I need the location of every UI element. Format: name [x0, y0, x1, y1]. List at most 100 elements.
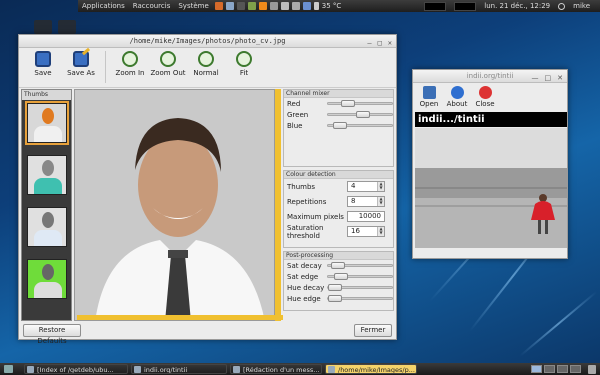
zoom-in-button[interactable]: Zoom In: [112, 48, 148, 77]
editor-icon[interactable]: [247, 2, 256, 10]
desktop-icon[interactable]: [34, 20, 52, 34]
menu-raccourcis[interactable]: Raccourcis: [133, 2, 171, 10]
spinner-arrows-icon[interactable]: ▲ ▼: [377, 197, 384, 206]
browser-icon[interactable]: [214, 2, 223, 10]
hue-edge-slider[interactable]: [327, 295, 393, 302]
thumb-4[interactable]: [27, 259, 67, 299]
sample-scene-graphic: [415, 128, 567, 248]
trash-icon[interactable]: [588, 364, 596, 374]
portrait-image: [74, 90, 275, 320]
mail-icon[interactable]: [225, 2, 234, 10]
photo-canvas[interactable]: [73, 89, 276, 321]
temperature-readout: 35 °C: [321, 2, 342, 10]
save-button[interactable]: Save: [25, 48, 61, 77]
desktop-icon[interactable]: [58, 20, 76, 34]
zoom-normal-button[interactable]: Normal: [188, 48, 224, 77]
thumbs-header: Thumbs: [22, 90, 71, 100]
sat-edge-slider[interactable]: [327, 273, 393, 280]
workspace-3[interactable]: [557, 365, 568, 373]
settings-icon[interactable]: [269, 2, 278, 10]
menu-systeme[interactable]: Système: [178, 2, 208, 10]
window-titlebar[interactable]: /home/mike/Images/photos/photo_cv.jpg — …: [19, 35, 396, 48]
saturation-threshold-row: Saturation threshold 16 ▲ ▼: [284, 224, 393, 240]
thumb-body: [34, 230, 62, 246]
thumb-3[interactable]: [27, 207, 67, 247]
hue-edge-knob[interactable]: [328, 295, 342, 302]
spinner-arrows-icon[interactable]: ▲ ▼: [377, 227, 384, 236]
thumbs-panel: Thumbs: [21, 89, 72, 321]
volume-icon[interactable]: [280, 2, 289, 10]
taskbar-item-index[interactable]: [Index of /getdeb/ubu...: [24, 364, 128, 374]
sat-decay-knob[interactable]: [331, 262, 345, 269]
hue-decay-knob[interactable]: [328, 284, 342, 291]
taskbar-item-tintii[interactable]: indii.org/tintii: [131, 364, 227, 374]
green-slider[interactable]: [327, 111, 393, 118]
save-as-button[interactable]: Save As: [63, 47, 99, 77]
colour-detection-group: Colour detection Thumbs 4 ▲ ▼ Repetitions …: [283, 170, 394, 248]
spinner-arrows-icon[interactable]: ▲ ▼: [377, 182, 384, 191]
top-panel: Applications Raccourcis Système 35 °C lu…: [78, 0, 600, 12]
thermometer-icon: [313, 2, 319, 10]
blue-slider-knob[interactable]: [333, 122, 347, 129]
mail-icon: [233, 366, 240, 373]
about-label: About: [446, 100, 468, 108]
sat-edge-row: Sat edge: [284, 271, 393, 282]
workspace-2[interactable]: [544, 365, 555, 373]
thumbs-spinner[interactable]: 4 ▲ ▼: [347, 181, 385, 192]
blue-slider[interactable]: [327, 122, 393, 129]
close-label: Close: [475, 100, 495, 108]
fermer-button[interactable]: Fermer: [354, 324, 392, 337]
open-icon: [422, 86, 436, 99]
restore-defaults-button[interactable]: Restore Defaults: [23, 324, 81, 345]
close-button[interactable]: Close: [473, 86, 497, 111]
green-slider-knob[interactable]: [356, 111, 370, 118]
thumb-1[interactable]: [25, 101, 69, 145]
maximize-icon[interactable]: □: [378, 37, 382, 50]
minimize-icon[interactable]: —: [532, 72, 539, 85]
saturation-threshold-spinner[interactable]: 16 ▲ ▼: [347, 226, 385, 237]
minimize-icon[interactable]: —: [367, 37, 371, 50]
network-icon[interactable]: [291, 2, 300, 10]
terminal-icon[interactable]: [236, 2, 245, 10]
max-pixels-input[interactable]: 10000: [347, 211, 385, 222]
power-icon[interactable]: [558, 2, 566, 10]
maximize-icon[interactable]: □: [545, 72, 552, 85]
zoom-normal-label: Normal: [193, 69, 219, 77]
save-as-icon: [73, 47, 91, 67]
thumb-2[interactable]: [27, 155, 67, 195]
open-button[interactable]: Open: [417, 86, 441, 111]
hue-decay-slider[interactable]: [327, 284, 393, 291]
red-slider[interactable]: [327, 100, 393, 107]
red-slider-knob[interactable]: [341, 100, 355, 107]
firefox-icon: [27, 366, 34, 373]
info-icon[interactable]: [302, 2, 311, 10]
save-label: Save: [34, 69, 52, 77]
blue-label: Blue: [287, 121, 303, 130]
workspace-switcher[interactable]: [531, 365, 585, 373]
vlc-icon[interactable]: [258, 2, 267, 10]
taskbar-item-photo[interactable]: /home/mike/Images/p...: [325, 364, 417, 374]
photo-vertical-scrollbar[interactable]: [275, 89, 281, 321]
photo-horizontal-scrollbar[interactable]: [77, 315, 283, 320]
about-button[interactable]: About: [445, 86, 469, 111]
sat-decay-slider[interactable]: [327, 262, 393, 269]
image-icon: [328, 366, 335, 373]
show-desktop-icon[interactable]: [4, 365, 13, 373]
workspace-4[interactable]: [570, 365, 581, 373]
sat-edge-knob[interactable]: [334, 273, 348, 280]
zoom-fit-button[interactable]: Fit: [226, 48, 262, 77]
sat-edge-label: Sat edge: [287, 272, 319, 281]
close-window-icon[interactable]: ✕: [388, 37, 392, 50]
repetitions-spinner[interactable]: 8 ▲ ▼: [347, 196, 385, 207]
post-processing-title: Post-processing: [284, 252, 393, 260]
zoom-out-button[interactable]: Zoom Out: [150, 48, 186, 77]
thumb-body: [34, 126, 62, 142]
workspace-1[interactable]: [531, 365, 542, 373]
tintii-titlebar[interactable]: indii.org/tintii — □ ✕: [413, 70, 567, 83]
user-name[interactable]: mike: [573, 2, 590, 10]
close-window-icon[interactable]: ✕: [557, 72, 563, 85]
clock[interactable]: lun. 21 déc., 12:29: [484, 2, 550, 10]
desktop-streak: [519, 290, 598, 357]
taskbar-item-redaction[interactable]: [Rédaction d'un mess...: [230, 364, 322, 374]
menu-applications[interactable]: Applications: [82, 2, 125, 10]
